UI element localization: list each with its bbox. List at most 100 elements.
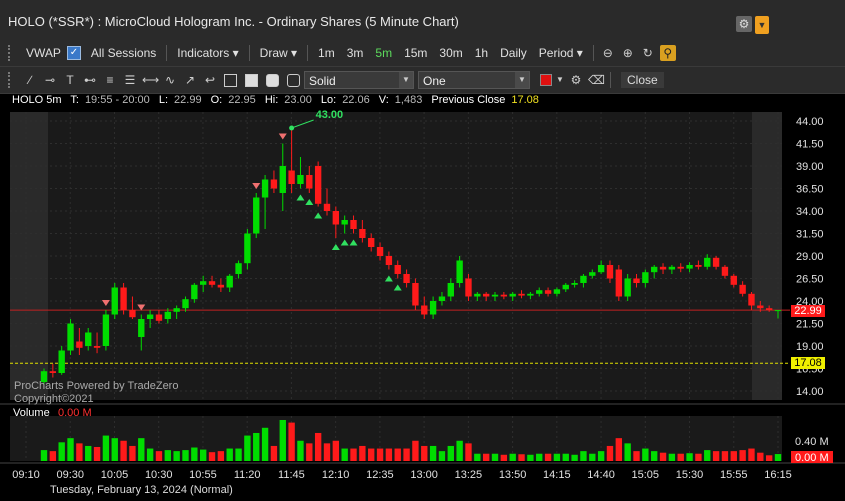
candle-body xyxy=(757,305,764,309)
volume-bar xyxy=(465,443,472,461)
candle-body xyxy=(182,299,189,309)
candle-body xyxy=(314,166,322,204)
volume-bar xyxy=(58,442,65,461)
volume-bar xyxy=(288,422,295,461)
watermark: ProCharts Powered by TradeZero Copyright… xyxy=(14,380,178,406)
volume-bar xyxy=(615,438,623,461)
y-tick-label: 29.00 xyxy=(796,251,824,263)
volume-bar xyxy=(704,450,711,461)
volume-bar xyxy=(642,448,649,461)
x-tick-label: 14:40 xyxy=(587,469,615,481)
x-tick-label: 10:55 xyxy=(189,469,217,481)
volume-bar xyxy=(226,448,233,461)
candle-body xyxy=(659,266,667,270)
volume-bar xyxy=(129,445,136,461)
volume-bar xyxy=(580,451,587,461)
volume-bar xyxy=(403,448,410,461)
volume-value-label: 0.00 M xyxy=(58,407,92,419)
candle-body xyxy=(774,310,782,312)
volume-bar xyxy=(235,448,242,461)
candle-body xyxy=(191,284,198,300)
volume-bar xyxy=(651,451,658,461)
volume-bar xyxy=(677,453,684,461)
candle-body xyxy=(394,265,401,274)
volume-bar xyxy=(306,443,313,461)
candle-body xyxy=(518,293,525,296)
x-tick-label: 15:55 xyxy=(720,469,748,481)
candle-body xyxy=(279,166,286,193)
volume-bar xyxy=(164,450,171,461)
volume-label: Volume xyxy=(13,407,50,419)
volume-bar xyxy=(509,453,516,461)
candle-body xyxy=(447,283,454,297)
volume-bar xyxy=(774,454,782,461)
candle-body xyxy=(332,211,340,225)
x-tick-label: 13:00 xyxy=(410,469,438,481)
volume-bar xyxy=(518,454,525,461)
candle-body xyxy=(527,293,534,296)
volume-bar xyxy=(314,432,322,461)
watermark-line1: ProCharts Powered by TradeZero xyxy=(14,380,179,392)
volume-bar xyxy=(695,453,702,461)
candle-body xyxy=(155,314,163,321)
candle-body xyxy=(721,266,729,276)
volume-bar xyxy=(633,451,640,461)
volume-bar xyxy=(553,453,561,461)
volume-bar xyxy=(341,448,348,461)
candle-body xyxy=(217,284,225,288)
last-price-badge: 22.99 xyxy=(791,305,825,317)
candle-body xyxy=(642,272,649,283)
volume-bar xyxy=(606,445,614,461)
peak-label: 43.00 xyxy=(316,109,344,121)
volume-bar xyxy=(474,453,481,461)
candle-body xyxy=(686,265,693,269)
x-tick-label: 10:30 xyxy=(145,469,173,481)
volume-bar xyxy=(721,451,729,461)
volume-bar xyxy=(712,451,720,461)
volume-bar xyxy=(482,453,490,461)
candle-body xyxy=(253,197,260,234)
y-tick-label: 44.00 xyxy=(796,116,824,128)
price-chart[interactable]: 44.00 41.50 39.00 36.50 34.00 31.50 29.00 26.50… xyxy=(0,0,845,501)
volume-bar xyxy=(624,443,631,461)
volume-axis-zero: 0.00 M xyxy=(795,452,829,464)
y-tick-label: 14.00 xyxy=(796,386,824,398)
volume-bar xyxy=(182,450,189,461)
candle-body xyxy=(58,350,65,373)
candle-body xyxy=(500,294,508,297)
x-tick-label: 15:05 xyxy=(632,469,660,481)
candle-body xyxy=(544,290,552,294)
candle-body xyxy=(173,308,180,312)
volume-bar xyxy=(686,453,693,461)
volume-bar xyxy=(208,452,216,461)
candle-body xyxy=(456,260,463,283)
candle-body xyxy=(368,238,375,247)
candle-body xyxy=(226,275,233,288)
volume-bar xyxy=(368,448,375,461)
candle-body xyxy=(677,266,684,269)
volume-bar xyxy=(253,432,260,461)
candle-body xyxy=(465,278,472,297)
candle-body xyxy=(376,247,384,256)
volume-bar xyxy=(571,454,578,461)
volume-bar xyxy=(536,453,543,461)
volume-bar xyxy=(562,453,569,461)
volume-bar xyxy=(85,445,92,461)
x-tick-label: 09:10 xyxy=(12,469,40,481)
volume-bar xyxy=(217,451,225,461)
candle-body xyxy=(482,293,490,297)
volume-bar xyxy=(765,455,773,461)
volume-bar xyxy=(412,440,419,461)
volume-bar xyxy=(527,454,534,461)
date-footer: Tuesday, February 13, 2024 (Normal) xyxy=(50,484,233,496)
candle-body xyxy=(350,220,357,229)
volume-bar xyxy=(323,443,331,461)
candle-body xyxy=(385,256,393,265)
candle-body xyxy=(765,308,773,310)
candle-body xyxy=(129,310,136,318)
volume-bar xyxy=(155,451,163,461)
candle-body xyxy=(412,283,419,306)
volume-bar xyxy=(739,450,746,461)
candle-body xyxy=(102,314,110,346)
candle-body xyxy=(341,220,348,225)
